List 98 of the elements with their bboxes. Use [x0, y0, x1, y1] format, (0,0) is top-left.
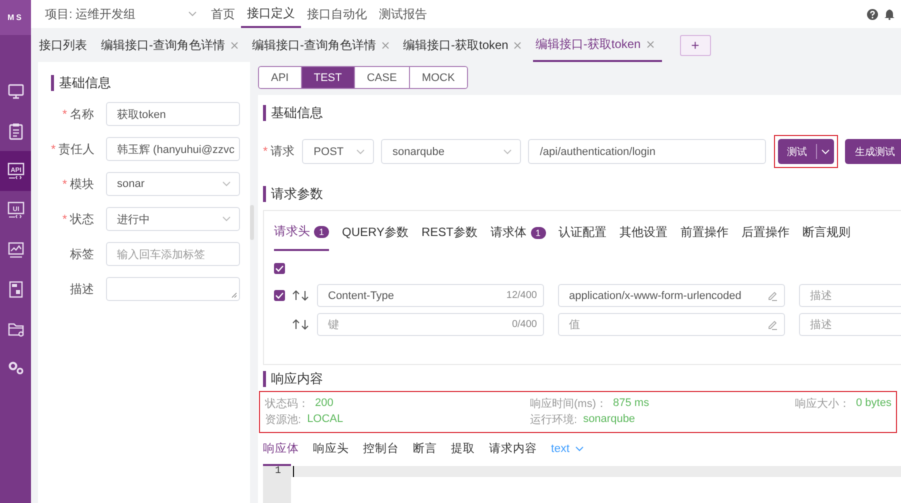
check-icon: [275, 264, 284, 272]
title-bar-mark: [263, 105, 266, 121]
field-label: 请求: [270, 144, 295, 158]
section-title: 响应内容: [271, 370, 323, 388]
generate-button[interactable]: 生成测试: [845, 139, 901, 164]
info-value: 0 bytes: [856, 397, 892, 409]
method-select[interactable]: POST: [302, 139, 374, 164]
field-label: 标签: [70, 246, 94, 260]
params-tab[interactable]: 其他设置: [620, 214, 668, 251]
section-title: 基础信息: [59, 74, 111, 92]
count-badge: 1: [530, 226, 546, 238]
row-checkbox[interactable]: [274, 290, 285, 301]
edit-icon[interactable]: [767, 319, 778, 330]
response-tab[interactable]: 断言: [413, 435, 437, 462]
editor-tab[interactable]: 编辑接口-获取token: [533, 28, 662, 62]
nav-tab[interactable]: 接口自动化: [301, 0, 373, 28]
select-all-checkbox[interactable]: [274, 262, 285, 274]
info-label: 状态码：: [265, 396, 309, 410]
section-title: 基础信息: [271, 104, 323, 122]
project-select[interactable]: 项目: 运维开发组: [45, 6, 205, 22]
params-tab[interactable]: 认证配置: [558, 214, 607, 251]
field-label: 模块: [70, 176, 94, 190]
params-tab[interactable]: 请求体 1: [490, 214, 546, 251]
required-mark: *: [62, 212, 67, 226]
help-icon[interactable]: [867, 8, 878, 20]
mode-tab[interactable]: API: [259, 67, 302, 88]
info-value: sonarqube: [583, 413, 636, 425]
close-icon[interactable]: [231, 42, 238, 48]
response-tab[interactable]: 响应头: [313, 435, 349, 462]
mode-tab[interactable]: TEST: [302, 67, 355, 88]
response-tab[interactable]: 控制台: [363, 435, 399, 462]
check-icon: [275, 292, 284, 299]
params-tab[interactable]: 请求头 1: [274, 214, 330, 251]
count-badge: 1: [314, 226, 330, 238]
reorder-arrows-icon[interactable]: [292, 319, 310, 330]
close-icon[interactable]: [646, 40, 654, 48]
textarea-field[interactable]: [106, 277, 240, 301]
select-field[interactable]: 进行中: [106, 207, 240, 231]
field-label: 责任人: [58, 142, 95, 156]
required-mark: *: [62, 106, 67, 120]
info-label: 资源池:: [265, 412, 302, 426]
response-tab[interactable]: 请求内容: [489, 435, 537, 462]
clipboard-icon: [6, 122, 24, 140]
section-title: 请求参数: [271, 185, 323, 203]
params-tab[interactable]: REST参数: [421, 214, 478, 251]
editor-tab[interactable]: 编辑接口-获取token: [401, 28, 530, 62]
select-field[interactable]: sonar: [106, 172, 240, 196]
field-label: 名称: [70, 106, 94, 120]
nav-tab[interactable]: 首页: [205, 0, 241, 28]
value-field[interactable]: application/x-www-form-urlencoded: [558, 284, 785, 307]
title-bar-mark: [263, 186, 266, 202]
info-label: 响应时间(ms)：: [530, 396, 607, 410]
add-tab-button[interactable]: +: [680, 34, 711, 56]
info-value: 200: [315, 397, 334, 409]
close-icon[interactable]: [382, 42, 389, 48]
char-count: 0/400: [512, 319, 537, 330]
text-cursor: [293, 466, 294, 477]
params-tab[interactable]: 前置操作: [680, 214, 729, 251]
chart-window-icon: [6, 240, 24, 259]
url-field[interactable]: /api/authentication/login: [528, 139, 766, 164]
input-field[interactable]: 获取token: [106, 102, 240, 126]
title-bar-mark: [51, 75, 54, 91]
mode-tab[interactable]: CASE: [354, 67, 410, 88]
mode-tab[interactable]: MOCK: [410, 67, 467, 88]
key-field[interactable]: 键 0/400: [317, 313, 544, 336]
key-field[interactable]: Content-Type 12/400: [317, 284, 544, 307]
info-label: 运行环境:: [530, 412, 578, 426]
bell-icon[interactable]: [884, 8, 895, 20]
params-tab[interactable]: 后置操作: [742, 214, 790, 251]
info-value: 875 ms: [613, 397, 650, 409]
select-field[interactable]: 韩玉辉 (hanyuhui@zzvc: [106, 137, 240, 161]
document-icon: [6, 280, 24, 298]
params-tab[interactable]: QUERY参数: [342, 214, 408, 251]
resize-handle-icon[interactable]: [231, 292, 237, 298]
required-mark: *: [62, 176, 67, 190]
nav-tab[interactable]: 接口定义: [241, 0, 301, 28]
editor-tab[interactable]: 编辑接口-查询角色详情: [250, 28, 397, 62]
char-count: 12/400: [506, 290, 537, 301]
nav-tab[interactable]: 测试报告: [373, 0, 433, 28]
required-mark: *: [51, 142, 56, 156]
response-tab[interactable]: 响应体: [263, 435, 299, 462]
editor-tab[interactable]: 接口列表: [37, 28, 95, 62]
title-bar-mark: [263, 371, 266, 387]
close-icon[interactable]: [514, 42, 522, 48]
info-value: LOCAL: [307, 413, 344, 425]
editor-tab[interactable]: 编辑接口-查询角色详情: [99, 28, 246, 62]
field-label: 描述: [70, 282, 94, 296]
edit-icon[interactable]: [767, 290, 778, 301]
params-tab[interactable]: 断言规则: [802, 214, 851, 251]
environment-select[interactable]: sonarqube: [380, 139, 521, 164]
info-label: 响应大小：: [795, 396, 850, 410]
response-tab[interactable]: 提取: [451, 435, 475, 462]
reorder-arrows-icon[interactable]: [292, 290, 310, 301]
field-label: 状态: [70, 212, 94, 226]
app-logo[interactable]: MS: [0, 0, 31, 35]
monitor-icon: [6, 82, 24, 101]
required-mark: *: [263, 144, 268, 158]
line-number: 1: [274, 466, 281, 477]
